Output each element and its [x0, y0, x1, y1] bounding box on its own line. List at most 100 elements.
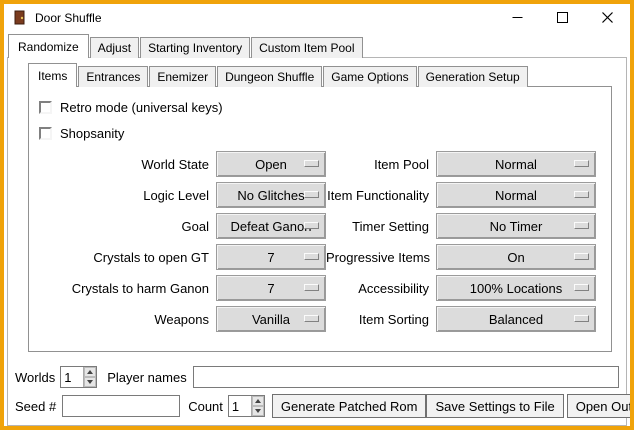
tab-enemizer[interactable]: Enemizer: [149, 66, 216, 87]
field-row: Crystals to open GT 7 Progressive Items …: [35, 244, 611, 270]
app-window: Door Shuffle Randomize Adjust Starting I…: [0, 0, 634, 430]
save-settings-button[interactable]: Save Settings to File: [426, 394, 563, 418]
retro-mode-label: Retro mode (universal keys): [60, 100, 223, 115]
field-row: World State Open Item Pool Normal: [35, 151, 611, 177]
dropdown-value: Vanilla: [252, 312, 290, 327]
randomize-tab-panel: Items Entrances Enemizer Dungeon Shuffle…: [7, 57, 627, 426]
field-row: Logic Level No Glitches Item Functionali…: [35, 182, 611, 208]
timer-setting-dropdown[interactable]: No Timer: [436, 213, 596, 239]
dropdown-value: 7: [267, 281, 274, 296]
tab-dungeon-shuffle[interactable]: Dungeon Shuffle: [217, 66, 322, 87]
count-spin-down-button[interactable]: [252, 406, 264, 416]
titlebar: Door Shuffle: [4, 4, 630, 31]
dropdown-indicator-icon: [304, 315, 319, 322]
world-state-dropdown[interactable]: Open: [216, 151, 326, 177]
settings-tab-bar: Items Entrances Enemizer Dungeon Shuffle…: [28, 63, 612, 87]
field-row: Crystals to harm Ganon 7 Accessibility 1…: [35, 275, 611, 301]
worlds-spinner: [60, 366, 97, 388]
close-icon: [602, 12, 613, 23]
window-title: Door Shuffle: [35, 11, 102, 25]
player-names-label: Player names: [107, 370, 186, 385]
maximize-icon: [557, 12, 568, 23]
dropdown-indicator-icon: [574, 222, 589, 229]
dropdown-value: Open: [255, 157, 287, 172]
items-tab-panel: Retro mode (universal keys) Shopsanity W…: [28, 86, 612, 352]
minimize-icon: [512, 12, 523, 23]
shopsanity-checkbox[interactable]: [39, 127, 52, 140]
dropdown-indicator-icon: [304, 160, 319, 167]
seed-input[interactable]: [62, 395, 180, 417]
retro-mode-row: Retro mode (universal keys): [39, 99, 611, 115]
count-input[interactable]: [229, 396, 251, 416]
dropdown-value: Normal: [495, 188, 537, 203]
timer-setting-label: Timer Setting: [326, 219, 436, 234]
worlds-row: Worlds Player names: [15, 366, 619, 388]
crystals-gt-dropdown[interactable]: 7: [216, 244, 326, 270]
tab-entrances[interactable]: Entrances: [78, 66, 148, 87]
arrow-up-icon: [87, 370, 93, 374]
dropdown-indicator-icon: [574, 160, 589, 167]
worlds-label: Worlds: [15, 370, 55, 385]
dropdown-indicator-icon: [574, 253, 589, 260]
item-functionality-label: Item Functionality: [326, 188, 436, 203]
count-spinner: [228, 395, 265, 417]
dropdown-value: On: [507, 250, 524, 265]
count-spin-up-button[interactable]: [252, 396, 264, 406]
open-output-directory-button[interactable]: Open Output Directory: [567, 394, 634, 418]
dropdown-value: Normal: [495, 157, 537, 172]
maximize-button[interactable]: [540, 4, 585, 31]
settings-notebook: Items Entrances Enemizer Dungeon Shuffle…: [28, 63, 612, 352]
progressive-items-label: Progressive Items: [326, 250, 436, 265]
item-sorting-dropdown[interactable]: Balanced: [436, 306, 596, 332]
player-names-input[interactable]: [193, 366, 619, 388]
dropdown-value: Balanced: [489, 312, 543, 327]
crystals-gt-label: Crystals to open GT: [35, 250, 216, 265]
tab-generation-setup[interactable]: Generation Setup: [418, 66, 528, 87]
weapons-dropdown[interactable]: Vanilla: [216, 306, 326, 332]
item-pool-label: Item Pool: [326, 157, 436, 172]
dropdown-value: 100% Locations: [470, 281, 563, 296]
accessibility-dropdown[interactable]: 100% Locations: [436, 275, 596, 301]
logic-level-dropdown[interactable]: No Glitches: [216, 182, 326, 208]
crystals-ganon-label: Crystals to harm Ganon: [35, 281, 216, 296]
worlds-spin-down-button[interactable]: [84, 377, 96, 387]
accessibility-label: Accessibility: [326, 281, 436, 296]
item-functionality-dropdown[interactable]: Normal: [436, 182, 596, 208]
bottom-bar: Worlds Player names Seed # Count: [15, 366, 619, 418]
count-spin-arrows: [251, 396, 264, 416]
item-pool-dropdown[interactable]: Normal: [436, 151, 596, 177]
field-row: Goal Defeat Ganon Timer Setting No Timer: [35, 213, 611, 239]
tab-starting-inventory[interactable]: Starting Inventory: [140, 37, 250, 58]
weapons-label: Weapons: [35, 312, 216, 327]
tab-randomize[interactable]: Randomize: [8, 34, 89, 58]
dropdown-value: 7: [267, 250, 274, 265]
goal-label: Goal: [35, 219, 216, 234]
app-icon: [12, 10, 28, 26]
shopsanity-label: Shopsanity: [60, 126, 124, 141]
worlds-spin-up-button[interactable]: [84, 367, 96, 377]
goal-dropdown[interactable]: Defeat Ganon: [216, 213, 326, 239]
close-button[interactable]: [585, 4, 630, 31]
seed-label: Seed #: [15, 399, 56, 414]
retro-mode-checkbox[interactable]: [39, 101, 52, 114]
count-label: Count: [188, 399, 223, 414]
dropdown-indicator-icon: [304, 284, 319, 291]
tab-adjust[interactable]: Adjust: [90, 37, 139, 58]
seed-row: Seed # Count Generate Patched Rom Save S…: [15, 394, 619, 418]
dropdown-indicator-icon: [574, 191, 589, 198]
arrow-up-icon: [255, 399, 261, 403]
dropdown-value: No Timer: [490, 219, 543, 234]
main-tab-bar: Randomize Adjust Starting Inventory Cust…: [8, 34, 630, 58]
crystals-ganon-dropdown[interactable]: 7: [216, 275, 326, 301]
arrow-down-icon: [87, 380, 93, 384]
worlds-input[interactable]: [61, 367, 83, 387]
shopsanity-row: Shopsanity: [39, 125, 611, 141]
item-sorting-label: Item Sorting: [326, 312, 436, 327]
tab-custom-item-pool[interactable]: Custom Item Pool: [251, 37, 362, 58]
minimize-button[interactable]: [495, 4, 540, 31]
progressive-items-dropdown[interactable]: On: [436, 244, 596, 270]
generate-patched-rom-button[interactable]: Generate Patched Rom: [272, 394, 427, 418]
dropdown-value: No Glitches: [237, 188, 304, 203]
tab-items[interactable]: Items: [28, 63, 77, 87]
tab-game-options[interactable]: Game Options: [323, 66, 416, 87]
